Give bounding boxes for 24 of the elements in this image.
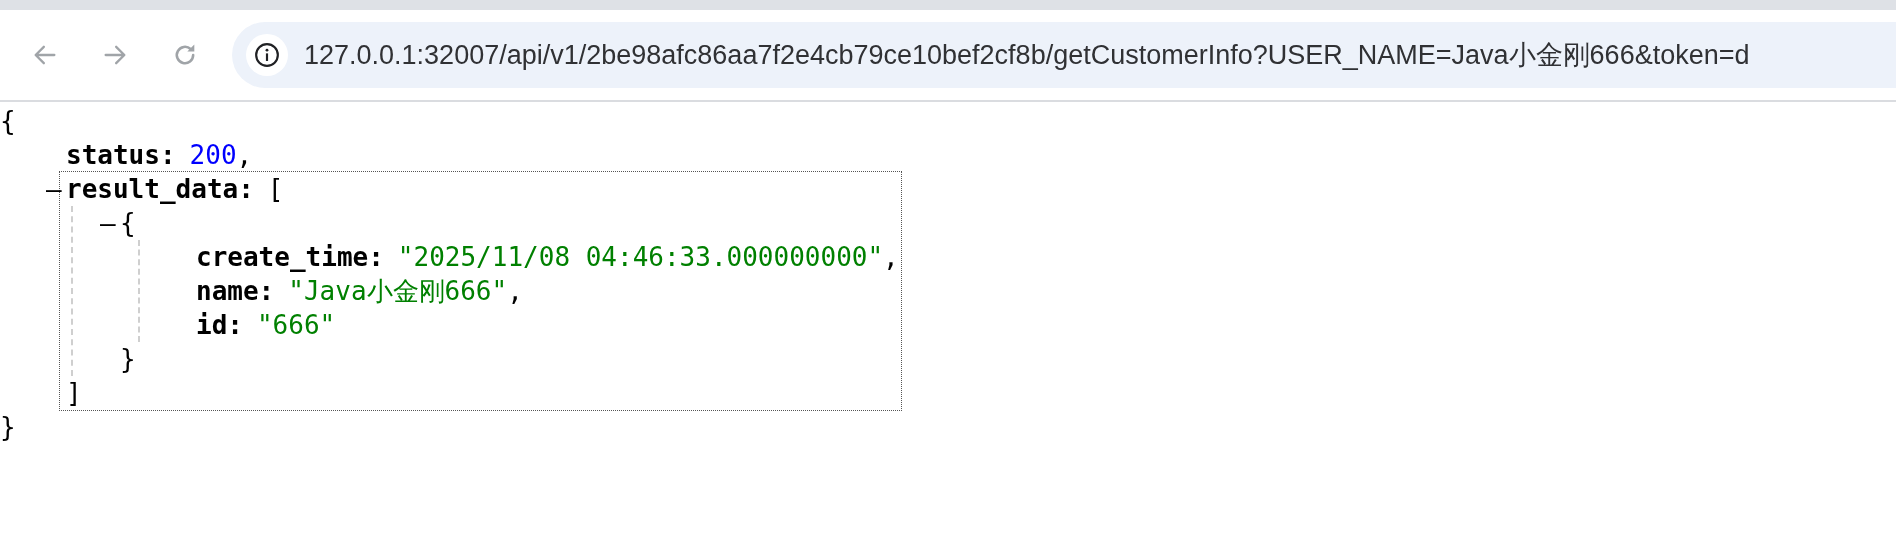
json-value: 200 bbox=[189, 140, 237, 170]
info-icon bbox=[254, 42, 280, 68]
json-value: "Java小金刚666" bbox=[288, 276, 508, 306]
url-text: 127.0.0.1:32007/api/v1/2be98afc86aa7f2e4cb79ce10bef2cf8b/getCustomerInfo?USER_NAME=Java小金刚666&token=d bbox=[304, 38, 1750, 72]
bracket-mark: } bbox=[120, 344, 136, 374]
comma-mark: , bbox=[507, 276, 523, 306]
bracket-mark: } bbox=[0, 412, 16, 442]
json-key: result_data: bbox=[66, 174, 254, 204]
comma-mark: , bbox=[236, 140, 253, 170]
json-value: "666" bbox=[256, 310, 336, 340]
bracket-mark: { bbox=[120, 208, 136, 238]
json-key: id: bbox=[196, 310, 243, 340]
json-key: create_time: bbox=[196, 242, 384, 272]
bracket-mark: { bbox=[0, 106, 16, 136]
address-bar[interactable]: 127.0.0.1:32007/api/v1/2be98afc86aa7f2e4cb79ce10bef2cf8b/getCustomerInfo?USER_NAME=Java小金刚666&token=d bbox=[232, 22, 1896, 88]
comma-mark: , bbox=[883, 242, 899, 272]
json-value: "2025/11/08 04:46:33.000000000" bbox=[397, 242, 884, 272]
json-key: name: bbox=[196, 276, 275, 306]
bracket-mark: ] bbox=[66, 378, 82, 408]
collapse-toggle[interactable]: – bbox=[100, 206, 116, 240]
json-key: status: bbox=[66, 140, 176, 170]
site-info-button[interactable] bbox=[246, 34, 288, 76]
bracket-mark: [ bbox=[267, 174, 284, 204]
collapse-toggle[interactable]: – bbox=[46, 172, 62, 206]
